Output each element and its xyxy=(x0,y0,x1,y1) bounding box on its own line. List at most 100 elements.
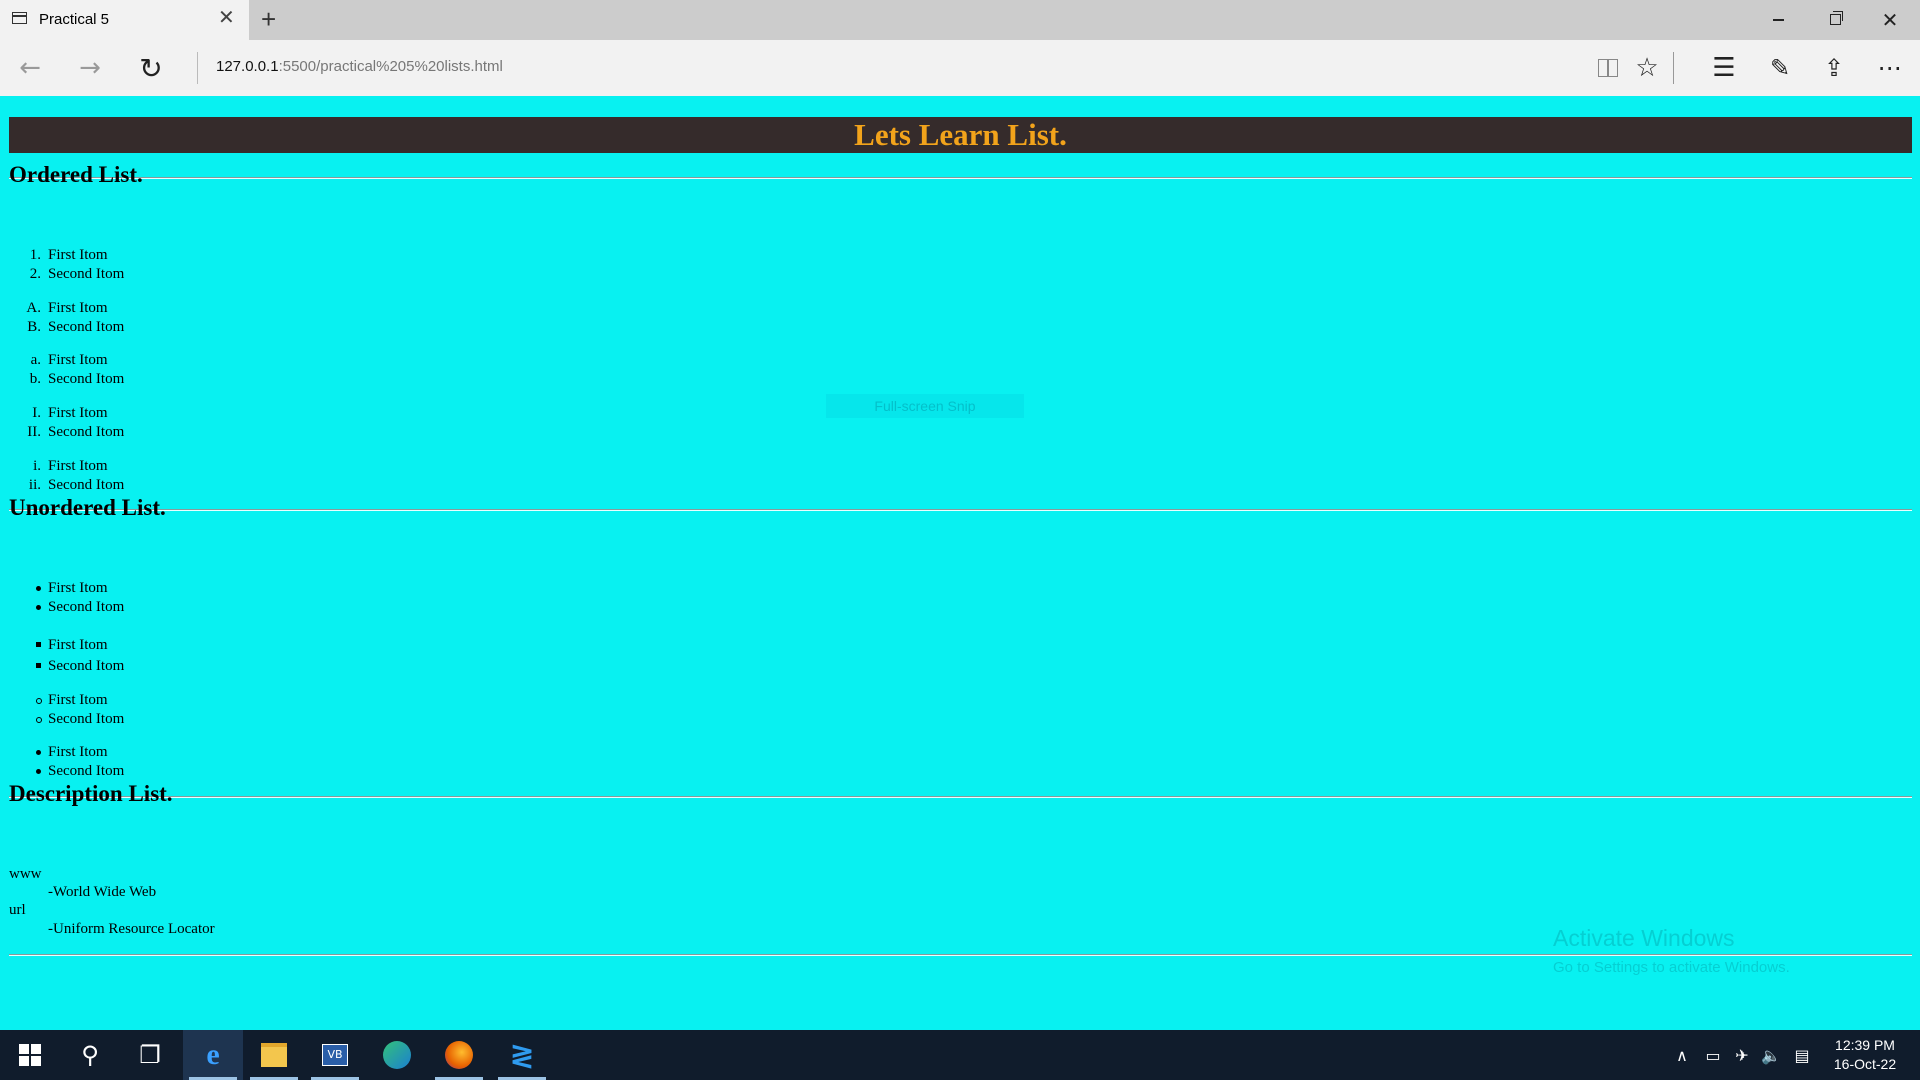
share-icon[interactable]: ⇪ xyxy=(1814,48,1854,88)
unordered-list-circle: First Itom Second Itom xyxy=(36,691,124,729)
list-item: 1. First Itom xyxy=(30,246,124,265)
more-icon[interactable]: ⋯ xyxy=(1870,48,1910,88)
list-marker: 1. xyxy=(29,247,41,263)
edge-icon[interactable] xyxy=(367,1030,427,1080)
start-icon[interactable] xyxy=(0,1030,60,1080)
list-item-text: Second Itom xyxy=(48,319,125,335)
minimize-button[interactable] xyxy=(1750,0,1806,40)
list-item-text: Second Itom xyxy=(48,266,125,282)
unordered-list-disc-2: First Itom Second Itom xyxy=(36,743,125,781)
address-divider xyxy=(197,52,198,84)
address-bar[interactable]: 127.0.0.1:5500/practical%205%20lists.htm… xyxy=(216,58,503,75)
snip-overlay: Full-screen Snip xyxy=(826,394,1024,418)
reading-view-icon[interactable] xyxy=(1588,48,1628,88)
toolbar-divider xyxy=(1673,52,1674,84)
search-icon[interactable]: ⚲ xyxy=(60,1030,120,1080)
list-item: Second Itom xyxy=(36,710,124,729)
list-item-text: Second Itom xyxy=(48,477,125,493)
task-view-icon[interactable]: ❐ xyxy=(120,1030,180,1080)
disc-bullet xyxy=(36,586,41,591)
close-tab-icon[interactable]: ✕ xyxy=(218,8,235,28)
tab-practical-5[interactable]: Practical 5 ✕ xyxy=(0,0,249,40)
ordered-list-numeric: 1. First Itom 2. Second Itom xyxy=(30,246,125,284)
description-term: url xyxy=(9,902,26,918)
list-item: i. First Itom xyxy=(33,457,124,476)
page-banner: Lets Learn List. xyxy=(9,117,1912,153)
volume-icon[interactable]: 🔈 xyxy=(1758,1030,1784,1080)
ordered-list-upper-alpha: A. First Itom B. Second Itom xyxy=(26,299,125,337)
ordered-list-upper-roman: I. First Itom II. Second Itom xyxy=(27,404,124,442)
address-path: :5500/practical%205%20lists.html xyxy=(278,58,503,75)
circle-bullet xyxy=(36,698,42,704)
new-tab-button[interactable]: + xyxy=(261,5,276,33)
tab-title: Practical 5 xyxy=(39,11,110,28)
list-marker: i. xyxy=(33,458,41,474)
horizontal-rule xyxy=(9,796,1912,798)
list-item-text: First Itom xyxy=(48,405,108,421)
list-marker: I. xyxy=(32,405,41,421)
horizontal-rule xyxy=(9,509,1912,511)
list-item: b. Second Itom xyxy=(30,370,125,389)
description-detail: -World Wide Web xyxy=(48,884,157,900)
ordered-list-lower-roman: i. First Itom ii. Second Itom xyxy=(29,457,125,495)
list-item-text: First Itom xyxy=(48,637,108,653)
show-hidden-icons-icon[interactable]: ∧ xyxy=(1670,1030,1694,1080)
description-detail: -Uniform Resource Locator xyxy=(48,921,215,937)
list-item: B. Second Itom xyxy=(27,318,125,337)
horizontal-rule xyxy=(9,177,1912,179)
list-item: First Itom xyxy=(36,579,124,598)
disc-bullet xyxy=(36,605,41,610)
list-item-text: First Itom xyxy=(48,458,108,474)
favorite-star-icon[interactable]: ☆ xyxy=(1627,48,1667,88)
list-item-text: First Itom xyxy=(48,352,108,368)
list-item-text: First Itom xyxy=(48,580,108,596)
firefox-icon[interactable] xyxy=(429,1030,489,1080)
file-explorer-icon[interactable] xyxy=(244,1030,304,1080)
vscode-icon[interactable]: ≷ xyxy=(492,1030,552,1080)
ordered-heading: Ordered List. xyxy=(9,162,143,187)
list-item: II. Second Itom xyxy=(27,423,124,442)
back-icon[interactable]: ← xyxy=(10,48,50,88)
page-icon xyxy=(12,12,27,24)
list-item-text: Second Itom xyxy=(48,658,125,674)
list-item: ii. Second Itom xyxy=(29,476,125,495)
list-item: First Itom xyxy=(36,635,124,656)
close-window-button[interactable]: ✕ xyxy=(1862,0,1918,40)
square-bullet xyxy=(36,663,41,668)
browser-toolbar: ← → ↻ 127.0.0.1:5500/practical%205%20lis… xyxy=(0,40,1920,96)
list-item: Second Itom xyxy=(36,762,125,781)
edge-legacy-icon[interactable]: e xyxy=(183,1030,243,1080)
list-item-text: Second Itom xyxy=(48,371,125,387)
list-marker: a. xyxy=(30,352,41,368)
list-marker: A. xyxy=(26,300,41,316)
web-note-icon[interactable]: ✎ xyxy=(1760,48,1800,88)
clock-date: 16-Oct-22 xyxy=(1833,1056,1897,1072)
forward-icon[interactable]: → xyxy=(70,48,110,88)
unordered-heading: Unordered List. xyxy=(9,495,166,520)
list-item: 2. Second Itom xyxy=(30,265,125,284)
unordered-list-disc: First Itom Second Itom xyxy=(36,579,125,617)
battery-icon[interactable]: ▭ xyxy=(1700,1030,1726,1080)
list-item: a. First Itom xyxy=(31,351,124,370)
browser-title-bar: Practical 5 ✕ + ✕ xyxy=(0,0,1920,40)
list-item: Second Itom xyxy=(36,598,125,617)
airplane-mode-icon[interactable]: ✈ xyxy=(1729,1030,1755,1080)
list-item-text: Second Itom xyxy=(48,763,125,779)
clock-time: 12:39 PM xyxy=(1835,1037,1895,1053)
list-item-text: First Itom xyxy=(48,692,108,708)
description-heading: Description List. xyxy=(9,781,173,806)
restore-button[interactable] xyxy=(1806,0,1862,40)
description-term: www xyxy=(9,866,42,882)
refresh-icon[interactable]: ↻ xyxy=(131,48,171,88)
unordered-list-square: First Itom Second Itom xyxy=(36,635,125,677)
list-marker: 2. xyxy=(29,266,41,282)
list-marker: ii. xyxy=(28,477,41,493)
hub-icon[interactable]: ☰ xyxy=(1704,48,1744,88)
taskbar-clock[interactable]: 12:39 PM 16-Oct-22 xyxy=(1820,1036,1910,1074)
list-item-text: Second Itom xyxy=(48,599,125,615)
notifications-icon[interactable]: ▤ xyxy=(1789,1030,1815,1080)
vb-app-icon[interactable]: VB xyxy=(305,1030,365,1080)
horizontal-rule xyxy=(9,954,1912,956)
disc-bullet xyxy=(36,750,41,755)
list-marker: B. xyxy=(27,319,41,335)
